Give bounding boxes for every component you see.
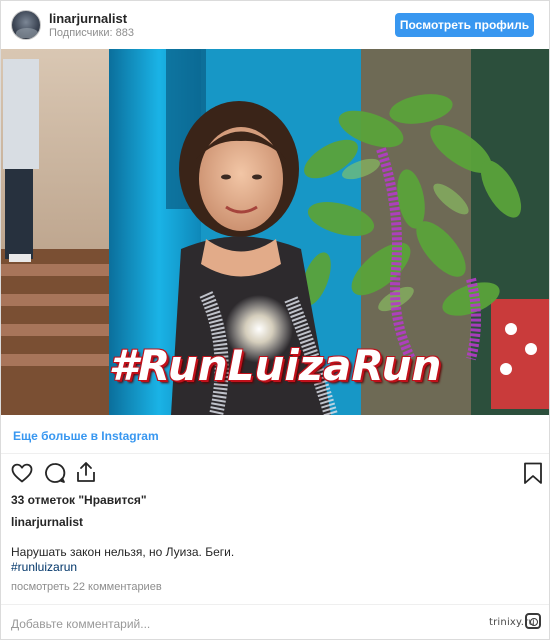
- heart-icon[interactable]: [10, 461, 34, 485]
- instagram-post-card: linarjurnalist Подписчики: 883 Посмотрет…: [0, 0, 550, 640]
- divider: [1, 453, 549, 454]
- caption-username[interactable]: linarjurnalist: [11, 515, 83, 529]
- bookmark-icon[interactable]: [522, 461, 544, 485]
- add-comment-input[interactable]: [11, 614, 471, 634]
- caption-text: Нарушать закон нельзя, но Луиза. Беги.: [11, 545, 235, 559]
- caption-hashtag-link[interactable]: #runluizarun: [11, 560, 77, 574]
- instagram-glyph-icon: [525, 613, 541, 629]
- image-overlay-hashtag: #RunLuizaRun: [108, 341, 442, 390]
- likes-count[interactable]: 33 отметок "Нравится": [11, 493, 147, 507]
- profile-avatar[interactable]: [11, 10, 41, 40]
- profile-username[interactable]: linarjurnalist: [49, 11, 127, 26]
- more-on-instagram-link[interactable]: Еще больше в Instagram: [13, 429, 159, 443]
- followers-count: Подписчики: 883: [49, 27, 134, 39]
- comment-icon[interactable]: [43, 461, 67, 485]
- post-header: linarjurnalist Подписчики: 883 Посмотрет…: [1, 1, 549, 49]
- view-comments-link[interactable]: посмотреть 22 комментариев: [11, 581, 162, 593]
- share-icon[interactable]: [74, 460, 98, 484]
- view-profile-button[interactable]: Посмотреть профиль: [395, 13, 534, 37]
- divider: [1, 604, 549, 605]
- post-image[interactable]: #RunLuizaRun: [1, 49, 549, 415]
